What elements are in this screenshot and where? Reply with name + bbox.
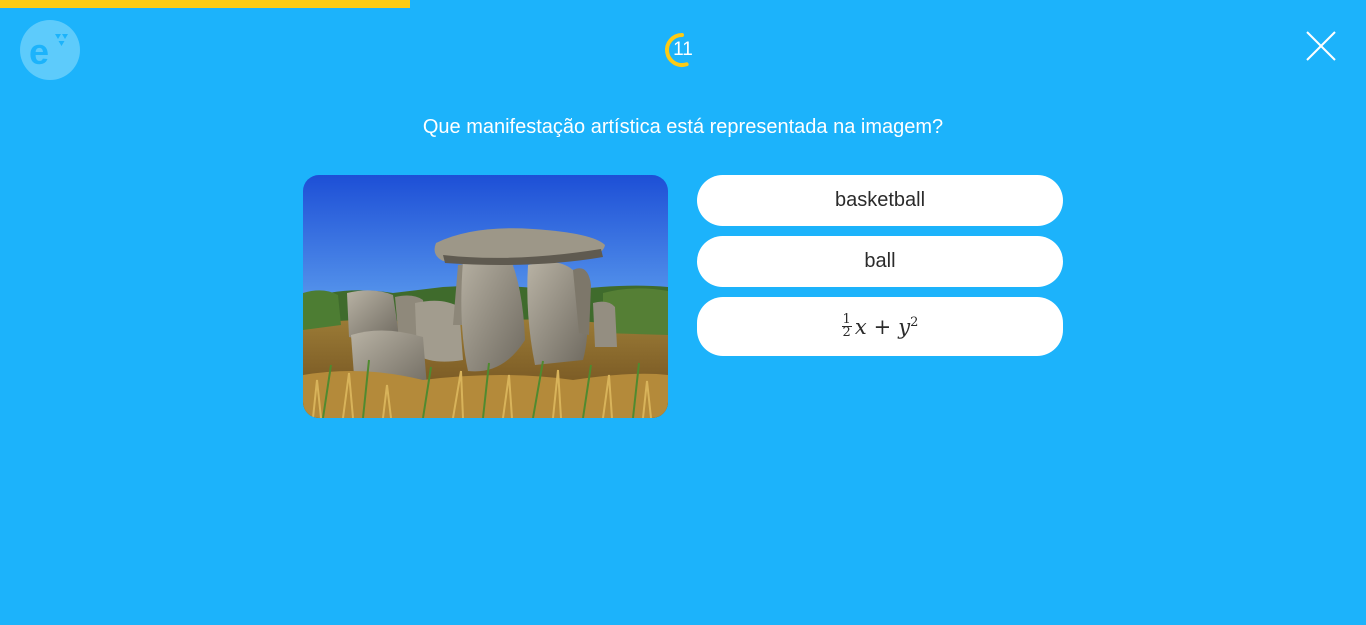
formula-variable-y: y [898,314,911,339]
answer-label: basketball [834,189,926,211]
question-image [303,175,668,418]
timer: 11 [662,30,702,70]
close-button[interactable] [1303,28,1339,64]
formula-exponent: 2 [910,315,919,330]
logo-icon: e [20,20,80,80]
close-icon [1306,31,1336,61]
fraction-denominator: 2 [842,325,851,340]
formula-variable-x: x [854,314,867,339]
svg-text:e: e [29,31,49,72]
answer-option-3[interactable]: 1 2 x + y 2 [697,297,1063,356]
progress-fill [0,0,410,8]
fraction: 1 2 [841,313,852,340]
progress-bar [0,0,1366,8]
answer-option-2[interactable]: ball [697,236,1063,287]
formula-operator: + [873,314,892,339]
timer-value: 11 [673,39,693,60]
answer-option-1[interactable]: basketball [697,175,1063,226]
dolmen-image [303,175,668,418]
answer-label: ball [864,250,896,272]
answer-formula: 1 2 x + y 2 [841,313,919,340]
question-text: Que manifestação artística está represen… [422,116,944,138]
